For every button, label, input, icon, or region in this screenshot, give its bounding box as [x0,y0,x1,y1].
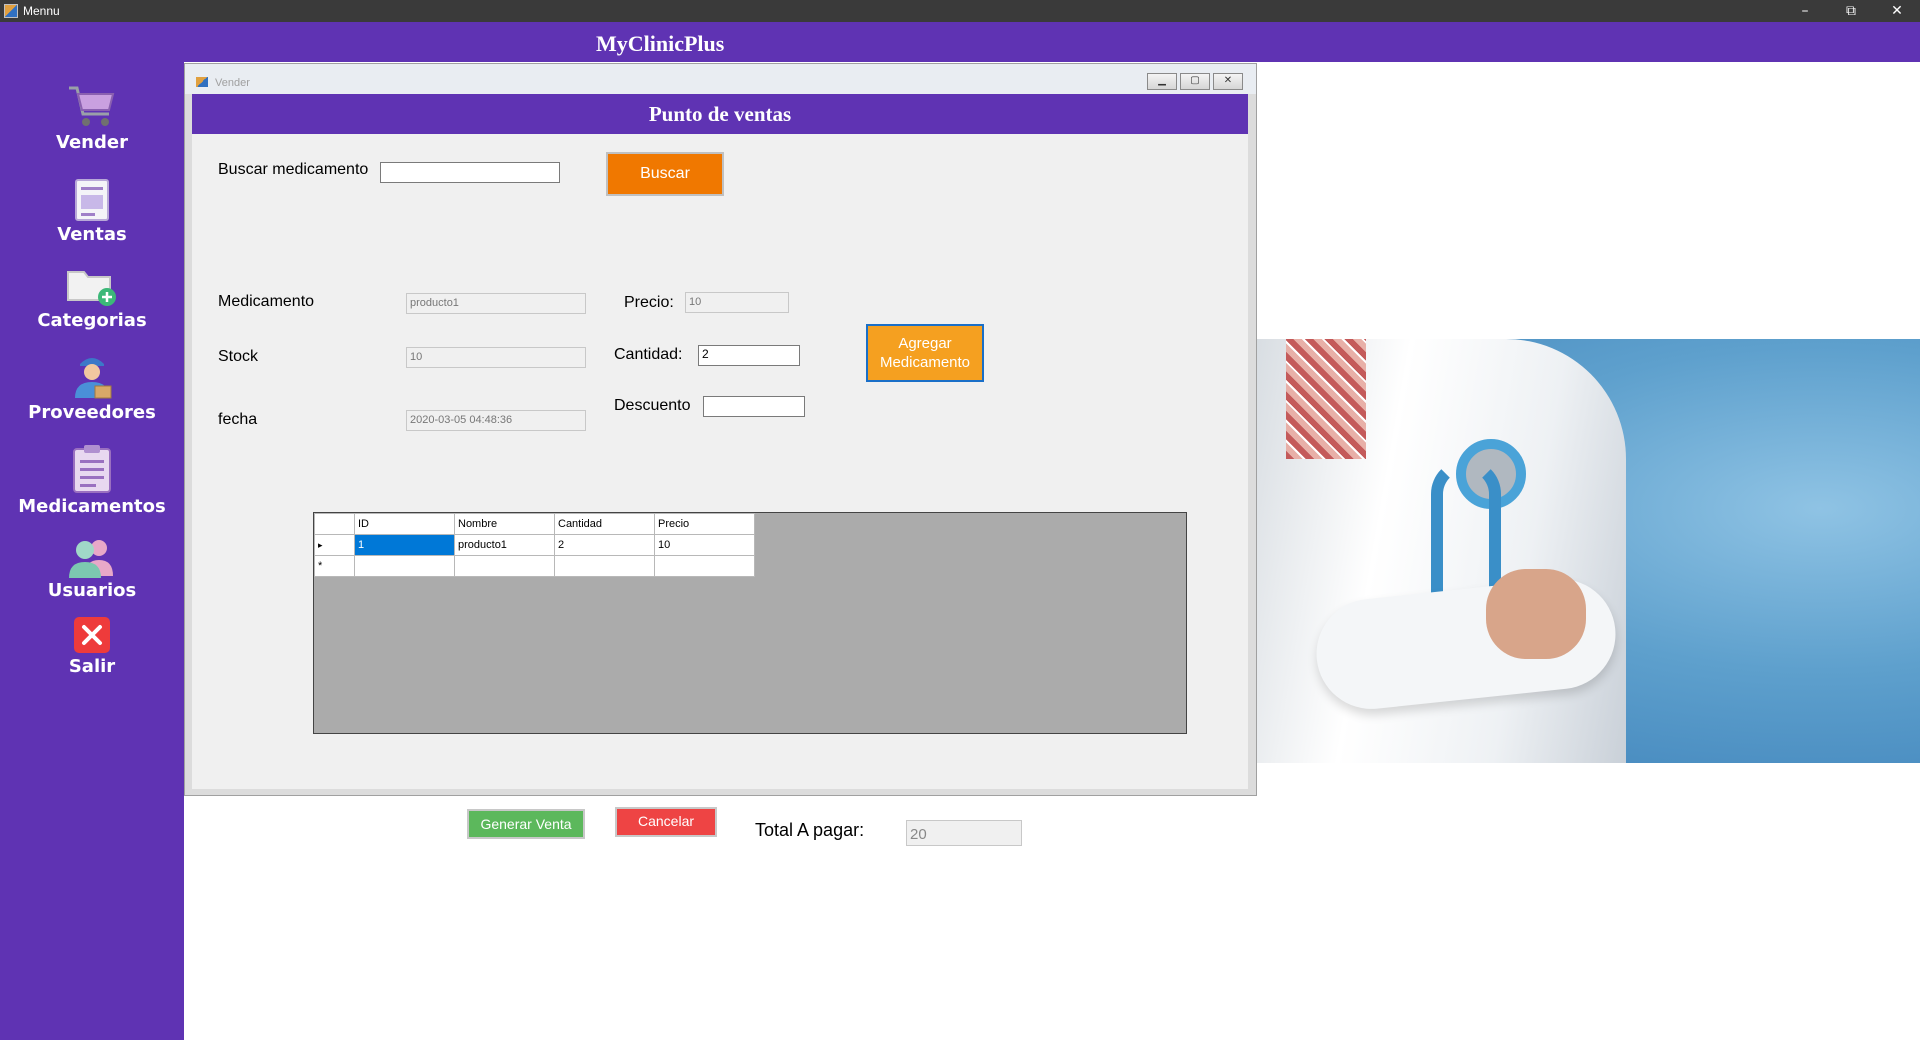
generar-venta-button[interactable]: Generar Venta [467,809,585,839]
row-selected-marker[interactable]: ▸ [314,534,355,556]
sidebar-item-label: Usuarios [47,580,137,601]
vender-titlebar: Vender ▁ ▢ ✕ [185,64,1256,94]
cell-nombre[interactable] [454,555,555,577]
fecha-label: fecha [218,411,258,428]
minimize-button[interactable]: – [1782,0,1828,22]
sidebar-item-categorias[interactable]: Categorias [0,266,184,331]
agregar-button-line2: Medicamento [879,354,971,371]
precio-label: Precio: [624,294,674,311]
sidebar-item-usuarios[interactable]: Usuarios [0,536,184,601]
table-row-new[interactable]: * [314,555,755,577]
medicamento-field: producto1 [406,293,586,314]
delivery-man-icon [75,358,112,399]
medicamento-label: Medicamento [218,293,315,310]
search-label: Buscar medicamento [218,161,369,178]
total-label: Total A pagar: [755,820,865,840]
stock-label: Stock [218,348,259,365]
table-row[interactable]: ▸ 1 producto1 2 10 [314,534,755,556]
cancelar-button[interactable]: Cancelar [615,807,717,837]
cantidad-input[interactable]: 2 [698,345,800,366]
agregar-button-line1: Agregar [898,335,952,352]
sidebar: Vender Ventas Categorias Proveedores Med… [0,62,184,1040]
sidebar-item-salir[interactable]: Salir [0,616,184,677]
sidebar-item-vender[interactable]: Vender [0,84,184,153]
total-field: 20 [906,820,1022,846]
buscar-button[interactable]: Buscar [606,152,724,196]
restore-button[interactable]: ⧉ [1828,0,1874,22]
descuento-label: Descuento [614,397,691,414]
sidebar-item-ventas[interactable]: Ventas [0,178,184,245]
child-close-button[interactable]: ✕ [1213,73,1243,90]
cell-nombre[interactable]: producto1 [454,534,555,556]
cell-precio[interactable] [654,555,755,577]
vender-window-icon [196,77,208,87]
vender-window-title: Vender [215,77,250,89]
brand-title: MyClinicPlus [596,31,725,56]
sidebar-item-label: Vender [56,132,128,153]
sidebar-item-medicamentos[interactable]: Medicamentos [0,444,184,517]
form-header: Punto de ventas [192,94,1248,134]
column-header-cantidad[interactable]: Cantidad [554,513,655,535]
folder-add-icon [67,271,116,306]
sidebar-item-proveedores[interactable]: Proveedores [0,352,184,423]
column-header-id[interactable]: ID [354,513,455,535]
document-icon [75,179,109,221]
exit-icon [74,617,110,653]
sidebar-item-label: Proveedores [28,402,156,423]
cart-icon [69,86,115,126]
cell-cantidad[interactable] [554,555,655,577]
window-title: Mennu [23,4,60,18]
cell-id[interactable]: 1 [354,534,455,556]
grid-table: ID Nombre Cantidad Precio ▸ 1 producto1 … [314,513,755,577]
users-icon [69,540,113,578]
fecha-field: 2020-03-05 04:48:36 [406,410,586,431]
doctor-image [1256,339,1920,763]
products-grid[interactable]: ID Nombre Cantidad Precio ▸ 1 producto1 … [313,512,1187,734]
sidebar-item-label: Salir [68,656,116,677]
cell-precio[interactable]: 10 [654,534,755,556]
sidebar-item-label: Ventas [57,224,127,245]
agregar-medicamento-button[interactable]: Agregar Medicamento [866,324,984,382]
cantidad-label: Cantidad: [614,346,683,363]
column-header-precio[interactable]: Precio [654,513,755,535]
sidebar-item-label: Categorias [37,310,147,331]
clipboard-icon [73,445,111,493]
child-maximize-button[interactable]: ▢ [1180,73,1210,90]
precio-field: 10 [685,292,789,313]
grid-header-row: ID Nombre Cantidad Precio [314,513,755,535]
cell-id[interactable] [354,555,455,577]
stock-field: 10 [406,347,586,368]
descuento-input[interactable] [703,396,805,417]
app-icon [4,4,18,18]
column-header-nombre[interactable]: Nombre [454,513,555,535]
grid-corner-header [314,513,355,535]
cell-cantidad[interactable]: 2 [554,534,655,556]
child-minimize-button[interactable]: ▁ [1147,73,1177,90]
sidebar-item-label: Medicamentos [18,496,166,517]
window-titlebar: Mennu – ⧉ ✕ [0,0,1920,22]
new-row-marker[interactable]: * [314,555,355,577]
search-input[interactable] [380,162,560,183]
app-header: MyClinicPlus [0,22,1920,62]
close-button[interactable]: ✕ [1874,0,1920,22]
